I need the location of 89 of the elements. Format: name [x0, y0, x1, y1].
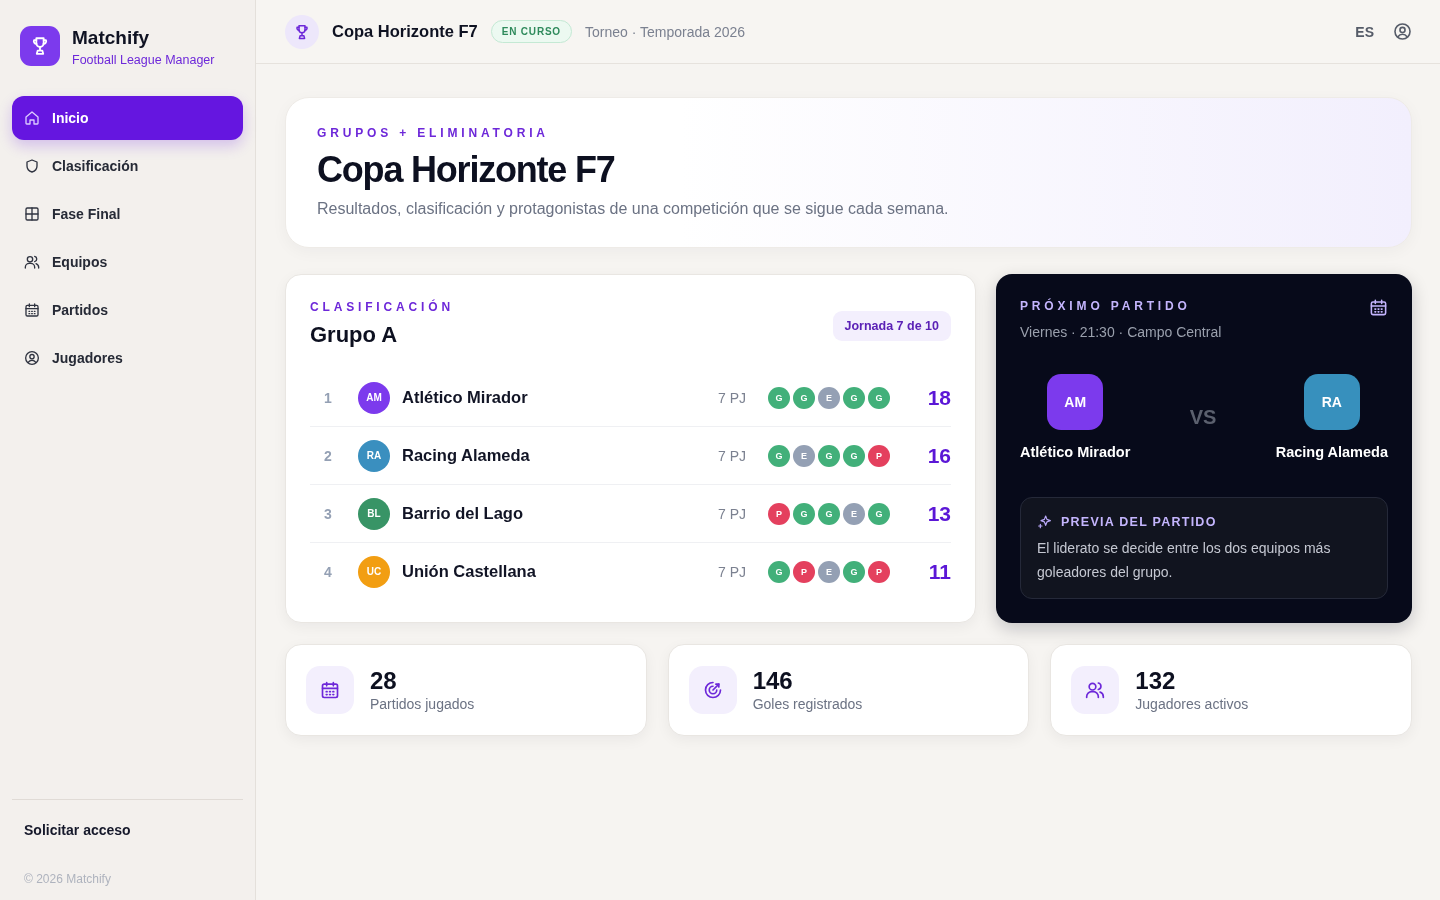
team-avatar: AM: [358, 381, 390, 414]
people-icon: [24, 254, 40, 270]
form-result: G: [843, 560, 865, 583]
team-name: Unión Castellana: [402, 562, 536, 581]
nav-item[interactable]: Equipos: [12, 240, 243, 284]
team-points: 18: [927, 385, 951, 410]
stat-label: Partidos jugados: [370, 695, 475, 713]
form-result: E: [793, 444, 815, 467]
team-name: Atlético Mirador: [1020, 443, 1131, 461]
stat-label: Goles registrados: [752, 695, 863, 713]
position-number: 3: [323, 505, 333, 522]
preview-text: El liderato se decide entre los dos equipos más goleadores del grupo.: [1037, 539, 1332, 582]
form-result: G: [868, 386, 890, 409]
user-circle-icon[interactable]: [1393, 22, 1412, 41]
group-title: Grupo A: [310, 321, 398, 349]
played-count: 7 PJ: [718, 447, 746, 464]
request-access-link[interactable]: Solicitar acceso: [24, 821, 131, 839]
form-result: G: [793, 386, 815, 409]
hero-title: Copa Horizonte F7: [317, 148, 615, 192]
nav-item[interactable]: Inicio: [12, 96, 243, 140]
copyright-text: © 2026 Matchify: [24, 871, 111, 887]
tournament-title: Copa Horizonte F7: [332, 22, 478, 41]
form-result: G: [868, 502, 890, 525]
played-count: 7 PJ: [718, 389, 746, 406]
form-result: P: [793, 560, 815, 583]
brand-tagline: Football League Manager: [72, 52, 215, 69]
stat-value: 28: [370, 667, 397, 695]
form-result: G: [793, 502, 815, 525]
shield-icon: [24, 158, 40, 174]
season-text: Torneo · Temporada 2026: [584, 23, 746, 40]
nav-item[interactable]: Jugadores: [12, 336, 243, 380]
position-number: 2: [323, 447, 333, 464]
people-icon: [1071, 666, 1120, 714]
team-avatar: AM: [1047, 374, 1104, 430]
team-avatar: UC: [358, 555, 390, 588]
form-result: P: [868, 444, 890, 467]
team-points: 11: [928, 559, 951, 584]
brand-name: Matchify: [72, 26, 150, 50]
position-number: 1: [323, 389, 333, 406]
round-badge: Jornada 7 de 10: [832, 311, 951, 341]
form-result: G: [768, 444, 790, 467]
hero-description: Resultados, clasificación y protagonistas de una competición que se sigue cada semana.: [317, 199, 949, 219]
form-result: E: [843, 502, 865, 525]
form-result: E: [818, 560, 840, 583]
form-result: G: [818, 502, 840, 525]
nav-item[interactable]: Clasificación: [12, 144, 243, 188]
form-result: G: [843, 444, 865, 467]
played-count: 7 PJ: [718, 563, 746, 580]
hero-eyebrow: GRUPOS + ELIMINATORIA: [317, 125, 549, 141]
standings-eyebrow: CLASIFICACIÓN: [310, 299, 454, 315]
user-circle-icon: [24, 350, 40, 366]
stat-value: 132: [1135, 667, 1176, 695]
form-result: G: [843, 386, 865, 409]
stat-value: 146: [752, 667, 793, 695]
next-match-eyebrow: PRÓXIMO PARTIDO: [1020, 298, 1191, 314]
form-result: G: [818, 444, 840, 467]
calendar-icon: [1369, 298, 1388, 317]
versus-label: VS: [1189, 406, 1217, 429]
calendar-icon: [24, 302, 40, 318]
form-result: G: [768, 560, 790, 583]
preview-title: PREVIA DEL PARTIDO: [1061, 515, 1217, 529]
team-avatar: RA: [358, 439, 390, 472]
calendar-icon: [306, 666, 354, 714]
team-name: Racing Alameda: [402, 446, 530, 465]
form-result: G: [768, 386, 790, 409]
nav-item[interactable]: Fase Final: [12, 192, 243, 236]
form-result: E: [818, 386, 840, 409]
sparkle-icon: [1037, 514, 1053, 530]
position-number: 4: [323, 563, 333, 580]
form-result: P: [868, 560, 890, 583]
match-details: Viernes · 21:30 · Campo Central: [1020, 323, 1222, 341]
form-result: P: [768, 502, 790, 525]
played-count: 7 PJ: [718, 505, 746, 522]
target-icon: [688, 666, 737, 714]
language-button[interactable]: ES: [1355, 21, 1374, 42]
team-name: Atlético Mirador: [402, 388, 528, 407]
team-name: Racing Alameda: [1275, 443, 1388, 461]
team-avatar: BL: [358, 497, 390, 530]
grid-icon: [24, 206, 40, 222]
trophy-icon: [20, 26, 60, 66]
team-points: 16: [927, 443, 951, 468]
stat-label: Jugadores activos: [1135, 695, 1249, 713]
team-name: Barrio del Lago: [402, 504, 524, 523]
team-avatar: RA: [1303, 374, 1360, 430]
home-icon: [24, 110, 40, 126]
trophy-icon: [285, 14, 319, 49]
nav-item[interactable]: Partidos: [12, 288, 243, 332]
status-badge: EN CURSO: [490, 20, 572, 43]
team-points: 13: [927, 501, 951, 526]
